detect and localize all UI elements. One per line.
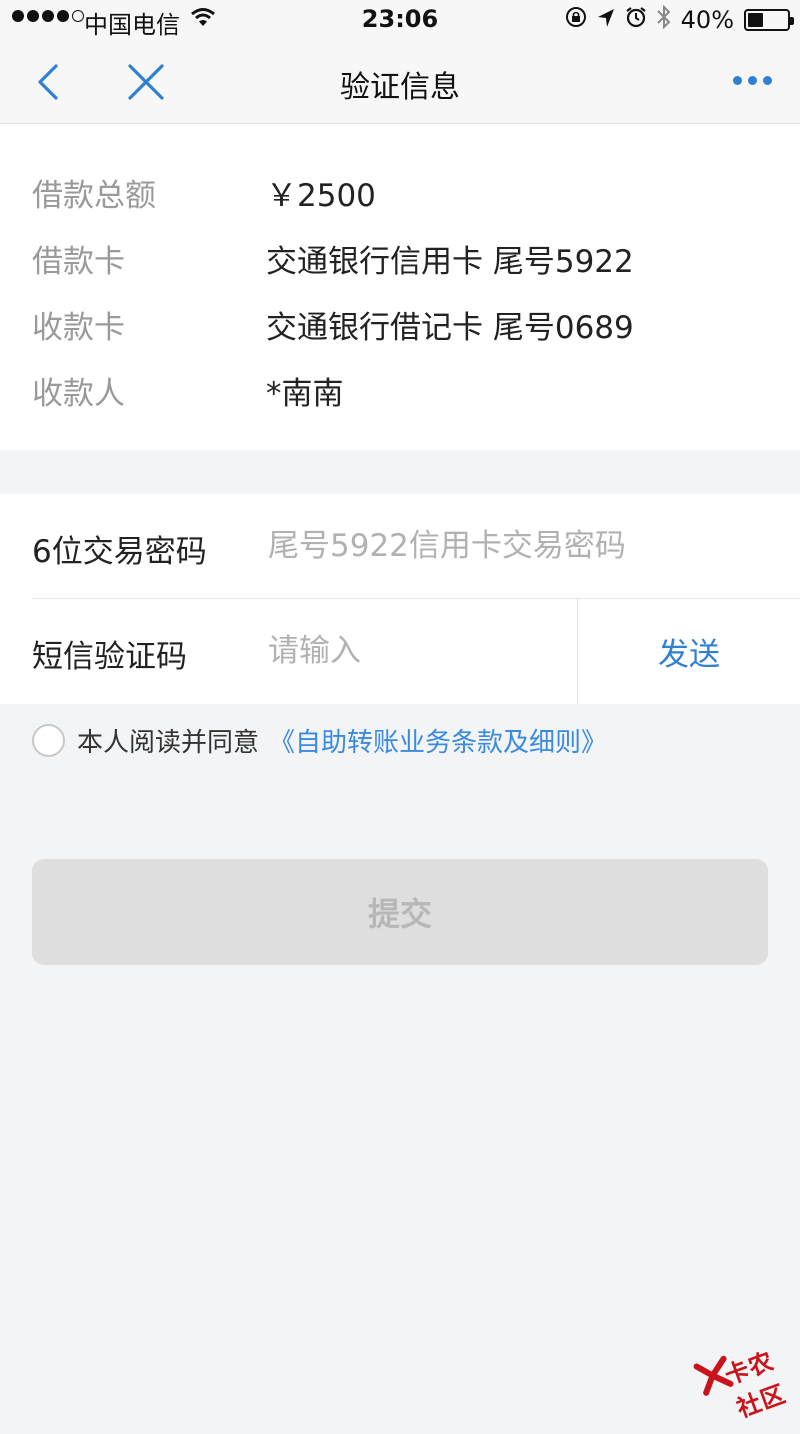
alarm-icon xyxy=(625,6,647,34)
location-arrow-icon xyxy=(597,6,615,34)
loan-info-card: 借款总额 ￥2500 借款卡 交通银行信用卡 尾号5922 收款卡 交通银行借记… xyxy=(0,124,800,450)
info-row-total-amount: 借款总额 ￥2500 xyxy=(0,156,800,222)
sms-code-row: 短信验证码 发送 xyxy=(0,599,800,704)
password-row: 6位交易密码 xyxy=(0,494,800,599)
more-options-icon[interactable] xyxy=(733,76,772,85)
loan-card-label: 借款卡 xyxy=(32,244,125,280)
page-title: 验证信息 xyxy=(340,70,460,105)
kanong-community-watermark: 卡农社区 xyxy=(686,1316,800,1424)
password-input[interactable] xyxy=(266,520,786,572)
password-label: 6位交易密码 xyxy=(32,534,207,570)
info-row-loan-card: 借款卡 交通银行信用卡 尾号5922 xyxy=(0,222,800,288)
total-amount-value: ￥2500 xyxy=(266,178,376,214)
battery-icon xyxy=(744,9,794,31)
receiving-card-value: 交通银行借记卡 尾号0689 xyxy=(266,310,634,346)
info-row-receiving-card: 收款卡 交通银行借记卡 尾号0689 xyxy=(0,288,800,354)
payee-label: 收款人 xyxy=(32,376,125,412)
orientation-lock-icon xyxy=(565,6,587,34)
bluetooth-icon xyxy=(656,4,671,35)
receiving-card-label: 收款卡 xyxy=(32,310,125,346)
watermark-text: 卡农社区 xyxy=(721,1346,790,1424)
send-code-button[interactable]: 发送 xyxy=(578,599,800,704)
agreement-text: 本人阅读并同意 xyxy=(77,727,260,758)
loan-card-value: 交通银行信用卡 尾号5922 xyxy=(266,244,634,280)
sms-code-label: 短信验证码 xyxy=(32,639,187,675)
battery-percentage: 40% xyxy=(680,6,734,34)
info-row-payee: 收款人 *南南 xyxy=(0,354,800,420)
total-amount-label: 借款总额 xyxy=(32,178,156,214)
sms-code-input[interactable] xyxy=(266,625,566,677)
submit-button[interactable]: 提交 xyxy=(32,859,768,965)
payee-value: *南南 xyxy=(266,376,344,412)
agreement-checkbox[interactable] xyxy=(32,723,65,757)
verification-form: 6位交易密码 短信验证码 发送 xyxy=(0,494,800,704)
navigation-bar: 验证信息 xyxy=(0,40,800,124)
status-bar: 中国电信 23:06 40% xyxy=(0,0,800,40)
agreement-row: 本人阅读并同意 《自助转账业务条款及细则》 xyxy=(32,720,607,760)
agreement-link[interactable]: 《自助转账业务条款及细则》 xyxy=(269,722,607,759)
